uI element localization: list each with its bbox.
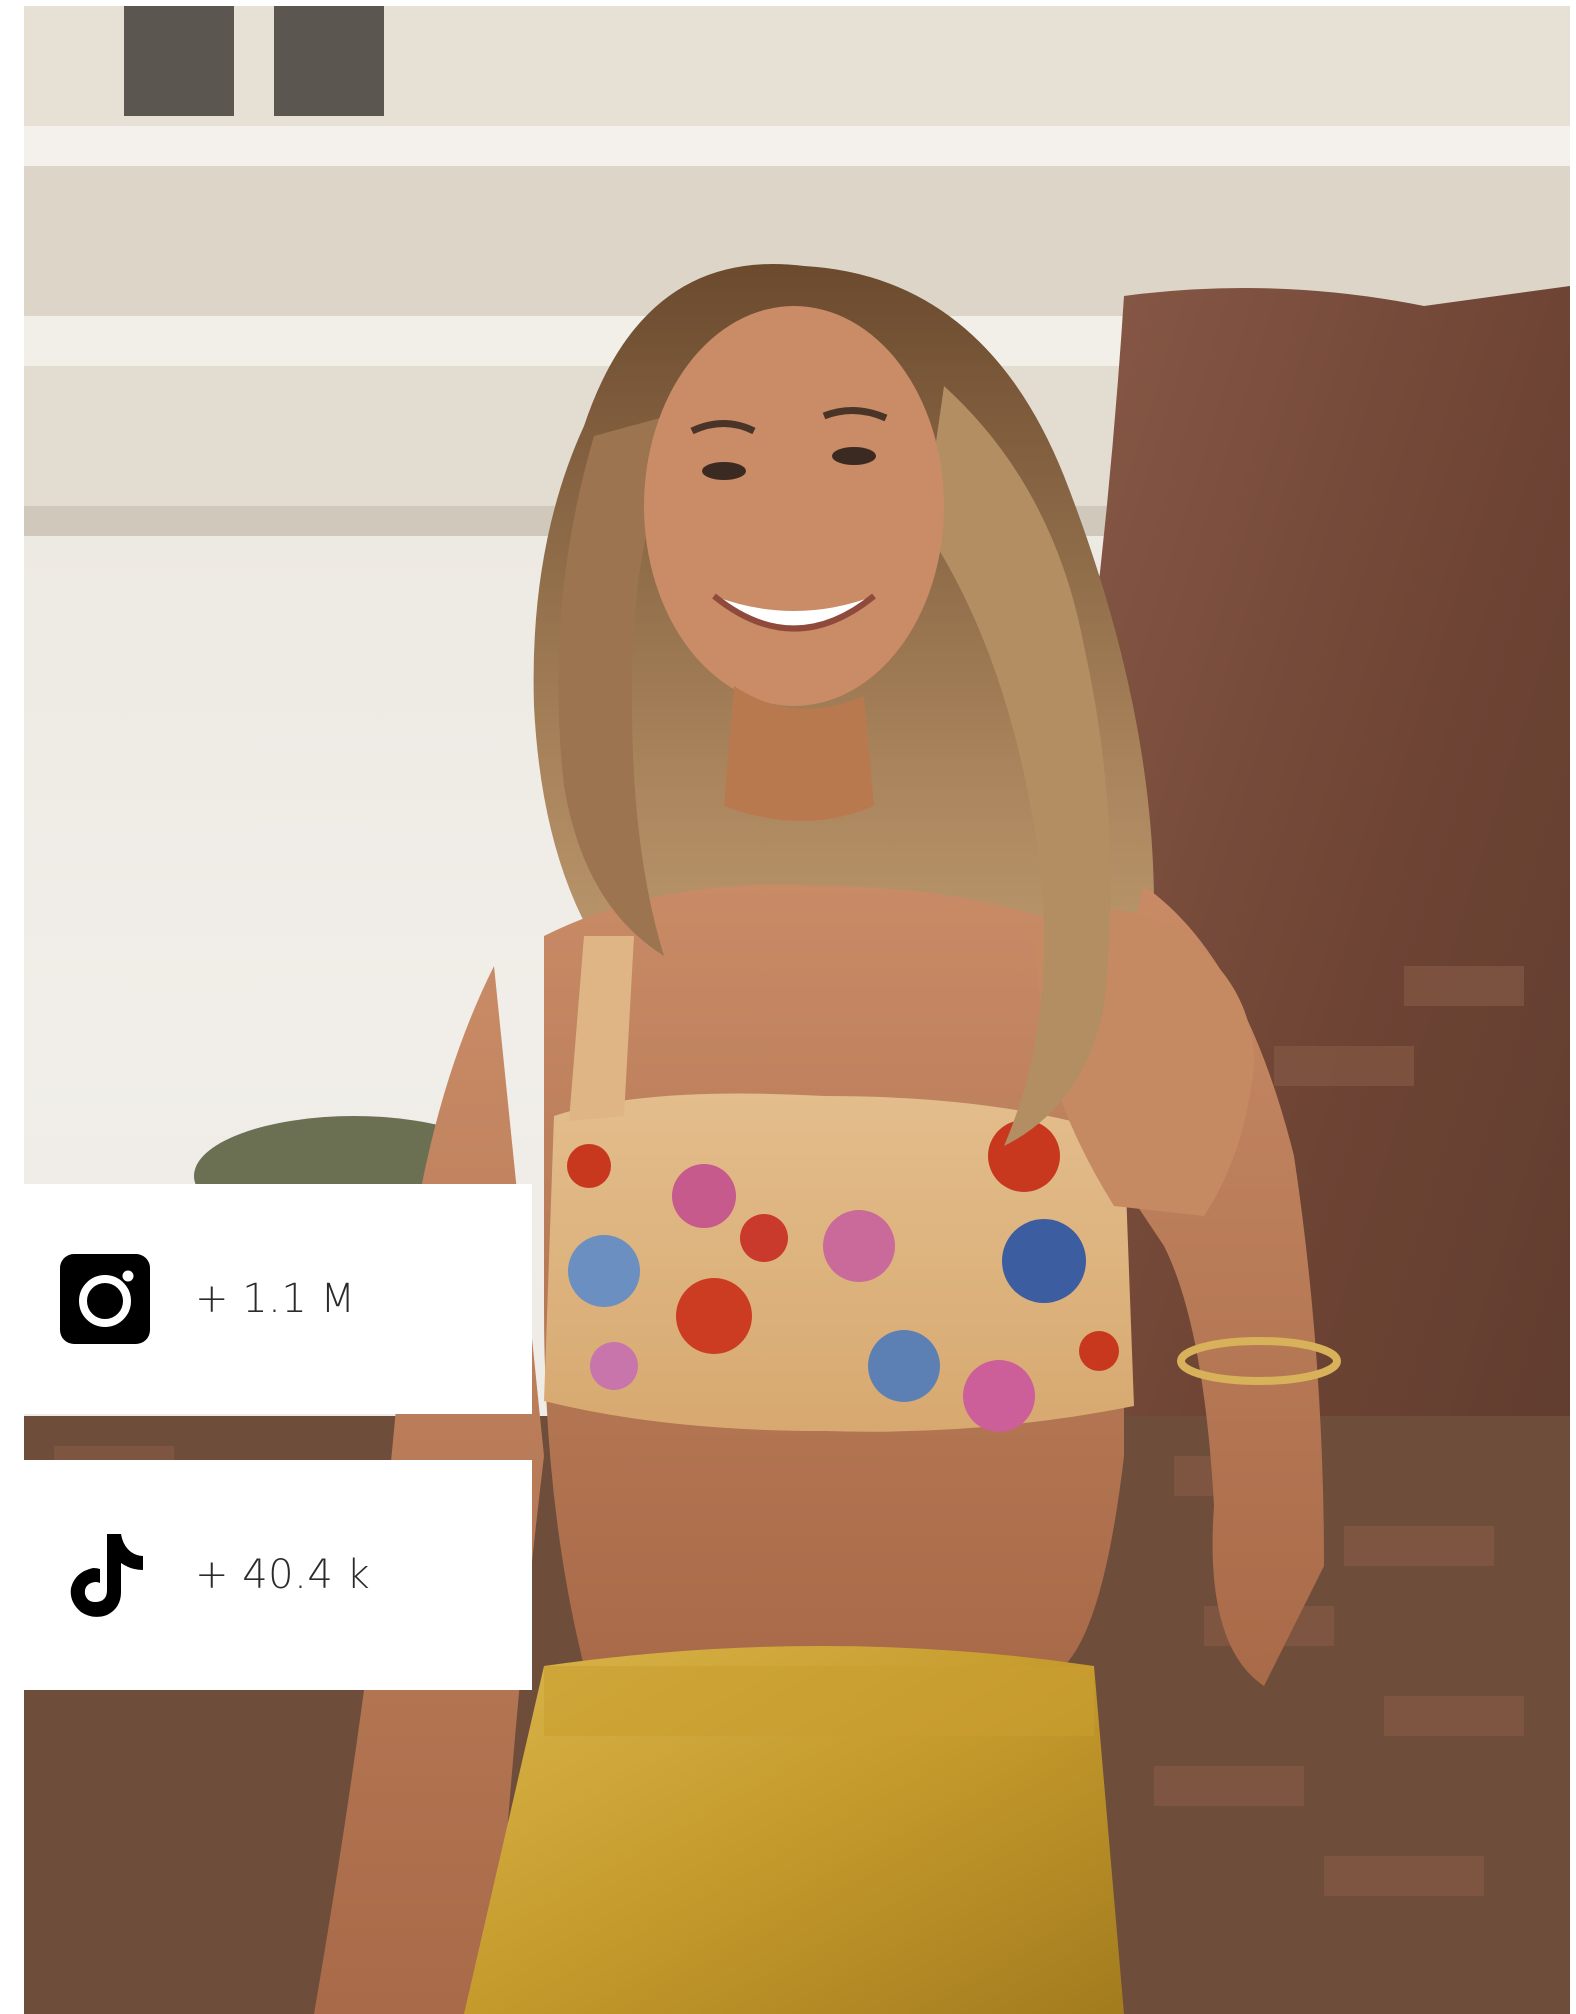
instagram-stat-card: + 1.1 M — [24, 1184, 532, 1414]
tiktok-follower-count: + 40.4 k — [195, 1552, 371, 1598]
influencer-profile-card: + 1.1 M + 40.4 k — [0, 0, 1576, 2014]
tiktok-icon[interactable] — [59, 1529, 151, 1621]
profile-photo — [24, 6, 1570, 2014]
tiktok-stat-card: + 40.4 k — [24, 1460, 532, 1690]
profile-photo-illustration — [24, 6, 1570, 2014]
instagram-follower-count: + 1.1 M — [195, 1276, 356, 1322]
instagram-icon[interactable] — [59, 1253, 151, 1345]
